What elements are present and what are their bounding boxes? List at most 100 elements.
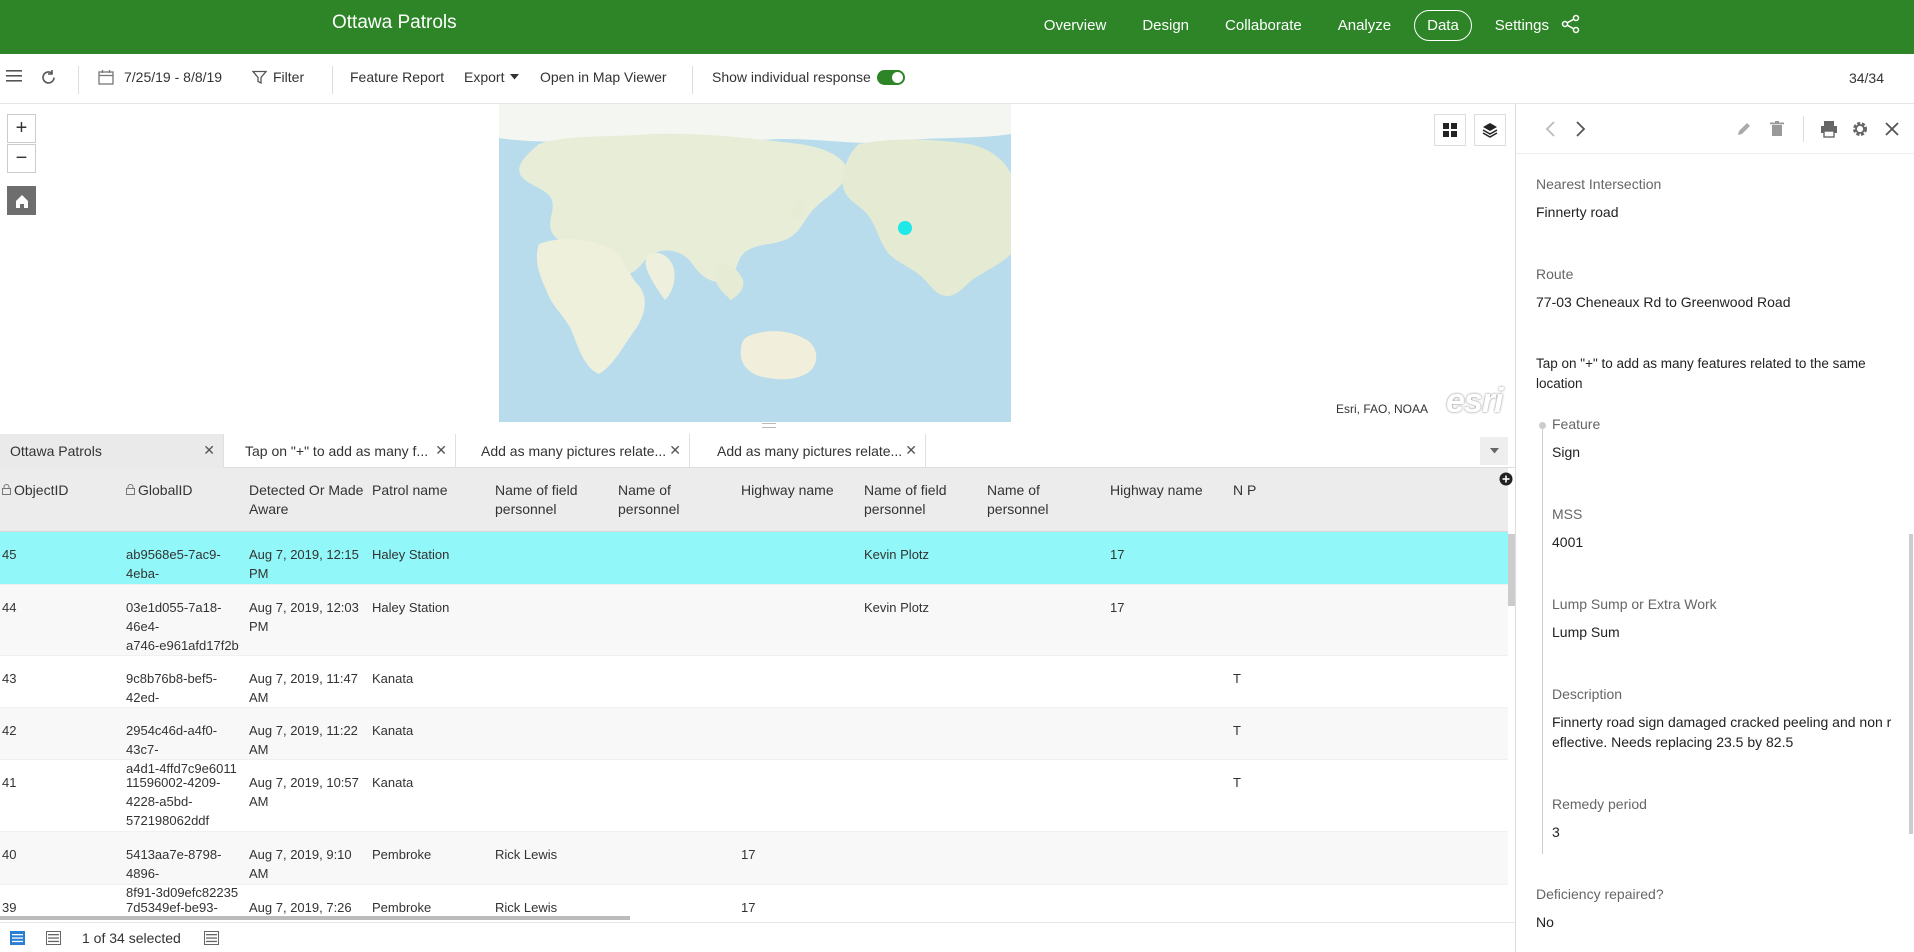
close-icon[interactable]: ✕ <box>905 442 917 459</box>
nav-settings[interactable]: Settings <box>1482 10 1562 41</box>
export-dropdown[interactable]: Export <box>464 69 520 85</box>
list-view-icon[interactable] <box>10 931 25 945</box>
table-row[interactable]: 439c8b76b8-bef5-42ed-a3e2-cc1cf0a62df7Au… <box>0 656 1508 724</box>
field-label-description: Description <box>1552 686 1623 702</box>
feature-report-button[interactable]: Feature Report <box>350 69 444 85</box>
status-bar: 1 of 34 selected <box>0 922 1515 952</box>
cell-line: 2954c46d-a4f0-43c7- <box>126 723 218 757</box>
column-header[interactable]: ObjectID <box>2 481 117 500</box>
next-record-icon[interactable] <box>1570 119 1590 139</box>
date-range-label: 7/25/19 - 8/8/19 <box>124 69 223 85</box>
column-header[interactable]: Patrol name <box>372 481 490 500</box>
cell-line: 03e1d055-7a18-46e4- <box>126 600 222 634</box>
table-view-icon[interactable] <box>46 931 61 945</box>
gear-icon[interactable] <box>1850 119 1870 139</box>
table-cell: Aug 7, 2019, 12:03 PM <box>249 598 367 636</box>
column-header-label: N P <box>1233 482 1257 498</box>
tab-label: Add as many pictures relate... <box>481 443 667 459</box>
table-cell: T <box>1233 723 1241 738</box>
open-map-viewer-button[interactable]: Open in Map Viewer <box>540 69 667 85</box>
column-header[interactable]: Highway name <box>741 481 859 500</box>
close-icon[interactable]: ✕ <box>435 442 447 459</box>
table-tabs: Ottawa Patrols ✕ Tap on "+" to add as ma… <box>0 434 1515 468</box>
nav-data[interactable]: Data <box>1414 10 1472 41</box>
table-row[interactable]: 41 11596002-4209- 4228-a5bd- 572198062ddf Au… <box>0 760 1508 832</box>
home-button[interactable] <box>7 186 36 215</box>
column-header[interactable]: Detected Or Made Aware <box>249 481 367 519</box>
show-selected-icon[interactable] <box>204 931 219 945</box>
column-header-label: Detected Or Made Aware <box>249 482 364 517</box>
table-row[interactable]: 42 2954c46d-a4f0-43c7- a4d1-4ffd7c9e6011 Au… <box>0 708 1508 776</box>
basemap-gallery-button[interactable] <box>1434 114 1466 146</box>
table-cell: Aug 7, 2019, 11:47 AM <box>249 669 367 707</box>
detail-scrollbar[interactable] <box>1909 534 1913 834</box>
tab-label: Ottawa Patrols <box>10 443 102 459</box>
detail-toolbar <box>1516 104 1914 154</box>
field-label-feature: Feature <box>1552 416 1601 432</box>
table-row[interactable]: 397d5349ef-be93-48fc-Aug 7, 2019, 7:26 A… <box>0 885 1508 920</box>
share-icon[interactable] <box>1561 14 1581 34</box>
show-individual-toggle[interactable] <box>876 69 905 85</box>
table-cell: Aug 7, 2019, 9:10 AM <box>249 845 367 883</box>
table-cell: Kevin Plotz <box>864 547 930 562</box>
zoom-out-button[interactable]: − <box>7 144 36 173</box>
table-horizontal-scrollbar[interactable] <box>0 916 630 920</box>
tab-pictures-1[interactable]: Add as many pictures relate... ✕ <box>471 434 690 468</box>
related-features-intro: Tap on "+" to add as many features relat… <box>1536 356 1866 391</box>
menu-button[interactable] <box>6 69 22 83</box>
column-header[interactable]: Name of personnel <box>618 481 736 519</box>
map-area[interactable]: + − Esri, FAO, NOAA esri <box>0 104 1515 422</box>
nav-analyze[interactable]: Analyze <box>1325 10 1404 41</box>
tab-pictures-2[interactable]: Add as many pictures relate... ✕ <box>707 434 926 468</box>
cell-line: 5413aa7e-8798-4896- <box>126 847 222 881</box>
column-header[interactable]: Name of field personnel <box>864 481 982 519</box>
tab-label: Add as many pictures relate... <box>717 443 903 459</box>
table-vertical-scrollbar[interactable] <box>1508 534 1515 606</box>
column-header[interactable]: Highway name <box>1110 481 1228 500</box>
export-label: Export <box>464 69 505 85</box>
add-column-icon[interactable] <box>1499 472 1513 486</box>
close-icon[interactable]: ✕ <box>669 442 681 459</box>
nav-collaborate[interactable]: Collaborate <box>1212 10 1315 41</box>
previous-record-icon[interactable] <box>1541 119 1561 139</box>
column-header[interactable]: GlobalID <box>126 481 241 500</box>
location-marker[interactable] <box>898 221 912 235</box>
lock-icon <box>126 484 135 495</box>
print-icon[interactable] <box>1819 119 1839 139</box>
tab-related-features[interactable]: Tap on "+" to add as many f... ✕ <box>235 434 456 468</box>
nav-design[interactable]: Design <box>1129 10 1202 41</box>
calendar-icon <box>98 70 114 85</box>
tab-ottawa-patrols[interactable]: Ottawa Patrols ✕ <box>0 434 224 468</box>
home-icon <box>15 194 28 208</box>
table-cell: Haley Station <box>372 547 450 562</box>
column-header[interactable]: Name of field personnel <box>495 481 613 519</box>
cell-line: 11596002-4209- <box>126 775 221 790</box>
field-label-lump-sum: Lump Sump or Extra Work <box>1552 596 1717 612</box>
close-icon[interactable]: ✕ <box>203 442 215 459</box>
zoom-in-button[interactable]: + <box>7 114 36 143</box>
esri-logo: esri <box>1446 382 1503 420</box>
date-range-button[interactable]: 7/25/19 - 8/8/19 <box>98 69 222 85</box>
close-icon[interactable] <box>1882 119 1902 139</box>
column-header[interactable]: N P <box>1233 481 1263 521</box>
delete-icon[interactable] <box>1767 119 1787 139</box>
app-title[interactable]: Ottawa Patrols <box>332 12 457 34</box>
world-map[interactable] <box>499 104 1011 422</box>
resize-handle[interactable] <box>762 423 776 428</box>
table-cell: 45 <box>2 547 17 562</box>
table-cell: 41 <box>2 775 17 790</box>
column-header-label: Patrol name <box>372 482 448 498</box>
table-row[interactable]: 40 5413aa7e-8798-4896- 8f91-3d09efc82235 Au… <box>0 832 1508 900</box>
table-row[interactable]: 45ab9568e5-7ac9-4eba-9618-fb914f0c3ae6Au… <box>0 532 1508 600</box>
column-header[interactable]: Name of personnel <box>987 481 1105 519</box>
table-cell: T <box>1233 671 1241 686</box>
column-header-label: Name of personnel <box>987 482 1049 517</box>
filter-button[interactable]: Filter <box>252 69 304 85</box>
layer-list-button[interactable] <box>1474 114 1506 146</box>
edit-icon[interactable] <box>1734 119 1754 139</box>
table-row[interactable]: 44 03e1d055-7a18-46e4- a746-e961afd17f2b Au… <box>0 585 1508 656</box>
table-cell: Pembroke <box>372 847 432 862</box>
tabs-dropdown-button[interactable] <box>1480 437 1508 465</box>
refresh-button[interactable] <box>40 69 57 86</box>
nav-overview[interactable]: Overview <box>1031 10 1120 41</box>
